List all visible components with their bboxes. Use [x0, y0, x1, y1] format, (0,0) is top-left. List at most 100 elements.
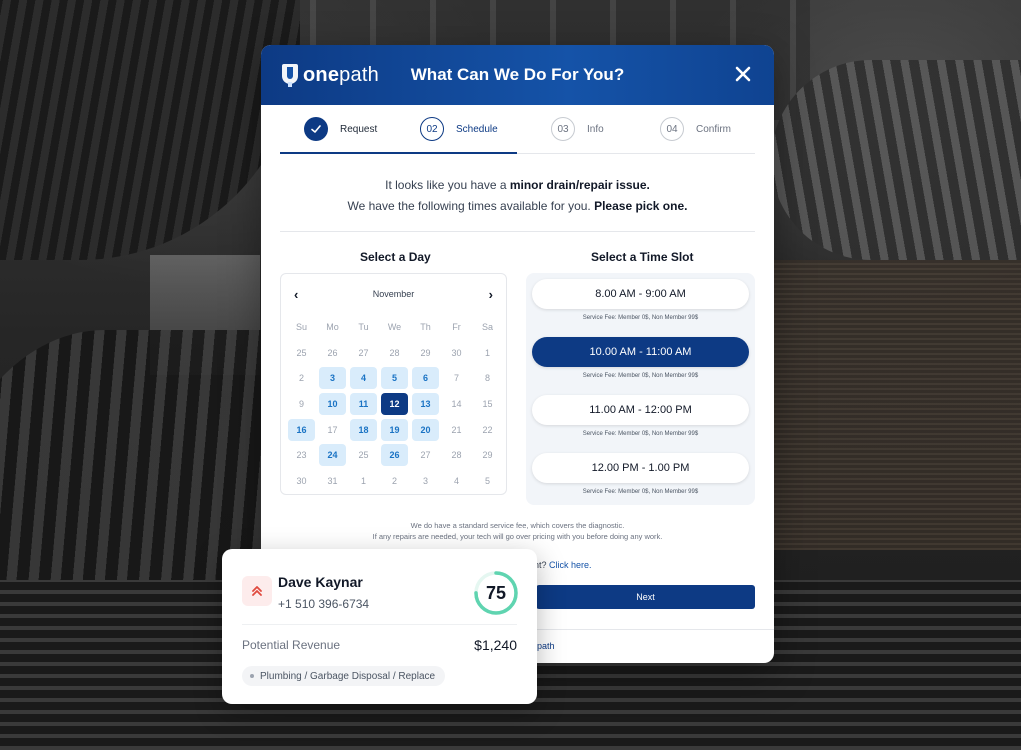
step-confirm[interactable]: 04 Confirm — [660, 117, 731, 141]
time-slot: 8.00 AM - 9:00 AM Service Fee: Member 0$,… — [532, 279, 749, 321]
calendar-day-available[interactable]: 11 — [350, 392, 377, 415]
calendar-day: 22 — [482, 424, 493, 435]
service-fee-text: Service Fee: Member 0$, Non Member 99$ — [582, 431, 699, 437]
time-slot: 11.00 AM - 12:00 PM Service Fee: Member 0… — [532, 395, 749, 437]
step-progress-bar — [280, 152, 517, 154]
duct-right — [771, 60, 1021, 260]
check-icon — [304, 117, 328, 141]
time-slot: 10.00 AM - 11:00 AM Service Fee: Member 0… — [532, 337, 749, 379]
calendar-day: 1 — [484, 347, 490, 358]
time-slot-button[interactable]: 12.00 PM - 1.00 PM — [532, 453, 749, 483]
weekday-header: Su Mo Tu We Th Fr Sa — [286, 314, 503, 340]
calendar-week: 16 17 18 19 20 21 22 — [286, 417, 503, 443]
calendar-day-selected[interactable]: 12 — [381, 392, 408, 415]
calendar-day: 9 — [298, 398, 304, 409]
calendar-day: 5 — [484, 475, 490, 486]
service-tag-label: Plumbing / Garbage Disposal / Replace — [260, 670, 436, 682]
note-line-2: If any repairs are needed, your tech wil… — [372, 532, 663, 541]
next-button[interactable]: Next — [536, 585, 755, 609]
service-fee-text: Service Fee: Member 0$, Non Member 99$ — [582, 373, 699, 379]
calendar-day: 28 — [389, 347, 400, 358]
calendar-day: 27 — [420, 450, 431, 461]
lead-name: Dave Kaynar — [278, 574, 363, 590]
calendar-day-available[interactable]: 26 — [381, 444, 408, 467]
lead-score-gauge: 75 — [472, 569, 520, 617]
calendar-day: 2 — [391, 475, 397, 486]
service-fee-text: Service Fee: Member 0$, Non Member 99$ — [582, 315, 699, 321]
calendar-day: 26 — [327, 347, 338, 358]
calendar-day-available[interactable]: 24 — [319, 444, 346, 467]
step-info[interactable]: 03 Info — [551, 117, 604, 141]
time-slot-button[interactable]: 8.00 AM - 9:00 AM — [532, 279, 749, 309]
calendar-day: 30 — [451, 347, 462, 358]
step-label: Info — [587, 123, 604, 135]
step-label: Request — [340, 123, 378, 135]
calendar-week: 2 3456 7 8 — [286, 365, 503, 391]
chevron-right-icon[interactable]: › — [489, 287, 493, 302]
time-slot-button[interactable]: 11.00 AM - 12:00 PM — [532, 395, 749, 425]
calendar-grid: Su Mo Tu We Th Fr Sa 25 26 27 28 29 30 1 2 3 4 5 6 7 8 9 10 11 1… — [286, 314, 503, 494]
lead-card[interactable]: Dave Kaynar +1 510 396-6734 75 Potential… — [222, 549, 537, 704]
calendar-day: 4 — [453, 475, 459, 486]
calendar-day: 25 — [358, 450, 369, 461]
insulated-wall — [771, 260, 1021, 550]
time-slot-list: 8.00 AM - 9:00 AM Service Fee: Member 0$,… — [526, 273, 755, 505]
calendar-day: 14 — [451, 398, 462, 409]
calendar-day-available[interactable]: 4 — [350, 367, 377, 390]
calendar-day: 1 — [360, 475, 366, 486]
weekday-label: Th — [420, 321, 431, 332]
service-fee-note: We do have a standard service fee, which… — [261, 520, 774, 542]
intro-line-2: We have the following times available fo… — [347, 199, 688, 213]
step-number: 03 — [551, 117, 575, 141]
calendar-day-available[interactable]: 18 — [350, 418, 377, 441]
calendar-day-available[interactable]: 20 — [412, 418, 439, 441]
revenue-label: Potential Revenue — [242, 638, 341, 652]
section-divider — [280, 231, 755, 232]
service-tag: Plumbing / Garbage Disposal / Replace — [242, 666, 446, 686]
calendar-day: 3 — [422, 475, 428, 486]
calendar-day-available[interactable]: 10 — [319, 392, 346, 415]
modal-title: What Can We Do For You? — [410, 65, 625, 84]
calendar-day-available[interactable]: 19 — [381, 418, 408, 441]
weekday-label: Su — [295, 321, 307, 332]
close-icon[interactable] — [732, 63, 754, 85]
calendar-day-available[interactable]: 5 — [381, 367, 408, 390]
weekday-label: Tu — [358, 321, 369, 332]
double-chevron-up-icon — [242, 576, 272, 606]
calendar-day: 7 — [453, 373, 459, 384]
weekday-label: We — [387, 321, 402, 332]
calendar-week: 25 26 27 28 29 30 1 — [286, 340, 503, 366]
weekday-label: Fr — [452, 321, 461, 332]
calendar-day-available[interactable]: 3 — [319, 367, 346, 390]
day-picker-title: Select a Day — [360, 250, 431, 264]
calendar-day: 29 — [420, 347, 431, 358]
weekday-label: Mo — [326, 321, 339, 332]
note-line-1: We do have a standard service fee, which… — [410, 521, 625, 530]
tag-dot-icon — [250, 674, 254, 678]
calendar-day-available[interactable]: 16 — [288, 418, 315, 441]
revenue-value: $1,240 — [474, 637, 517, 653]
time-picker-title: Select a Time Slot — [591, 250, 694, 264]
calendar-day: 17 — [327, 424, 338, 435]
calendar-day: 23 — [296, 450, 307, 461]
calendar: ‹ November › Su Mo Tu We Th Fr Sa 25 26 27 28 29 30 1… — [280, 273, 507, 495]
calendar-day: 8 — [484, 373, 490, 384]
service-fee-text: Service Fee: Member 0$, Non Member 99$ — [582, 489, 699, 495]
calendar-week: 23 24 25 26 27 28 29 — [286, 442, 503, 468]
intro-line-1: It looks like you have a minor drain/rep… — [385, 178, 650, 192]
calendar-day: 31 — [327, 475, 338, 486]
calendar-day-available[interactable]: 13 — [412, 392, 439, 415]
step-number: 04 — [660, 117, 684, 141]
calendar-day-available[interactable]: 6 — [412, 367, 439, 390]
progress-stepper: Request 02 Schedule 03 Info 04 Confirm — [280, 105, 755, 154]
time-slot: 12.00 PM - 1.00 PM Service Fee: Member 0$… — [532, 453, 749, 495]
step-request[interactable]: Request — [304, 117, 377, 141]
time-slot-button-selected[interactable]: 10.00 AM - 11:00 AM — [532, 337, 749, 367]
calendar-day: 25 — [296, 347, 307, 358]
calendar-week: 30 31 1 2 3 4 5 — [286, 468, 503, 494]
step-label: Schedule — [456, 123, 498, 135]
step-schedule[interactable]: 02 Schedule — [420, 117, 498, 141]
calendar-day: 27 — [358, 347, 369, 358]
calendar-day: 2 — [298, 373, 304, 384]
click-here-link[interactable]: Click here. — [549, 560, 592, 570]
